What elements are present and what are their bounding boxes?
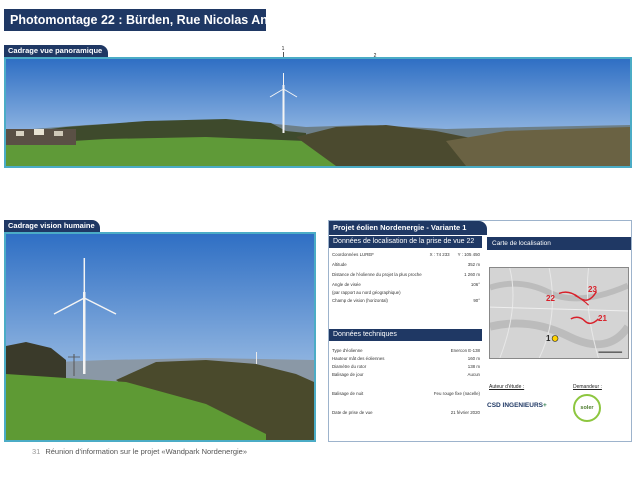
map-label-23: 23 xyxy=(588,285,597,294)
panorama-photo xyxy=(4,57,632,168)
page-title: Photomontage 22 : Bürden, Rue Nicolas An… xyxy=(4,9,266,31)
technical-row: Type d'éolienne Enercon E-138 xyxy=(332,348,480,353)
client-name: soler xyxy=(580,405,594,411)
info-panel: Projet éolien Nordenergie - Variante 1 D… xyxy=(328,220,632,442)
location-row: Distance de l'éolienne du projet la plus… xyxy=(332,272,480,277)
author-name: CSD INGENIEURS xyxy=(487,402,543,409)
human-vision-tab: Cadrage vision humaine xyxy=(4,220,100,232)
location-row: Coordonnées LUREF X : 74 233 Y : 105 450 xyxy=(332,252,480,257)
technical-row: Balisage de jour Aucun xyxy=(332,372,480,377)
map-label-21: 21 xyxy=(598,314,607,323)
location-header: Données de localisation de la prise de v… xyxy=(329,236,482,248)
panel-title: Projet éolien Nordenergie - Variante 1 xyxy=(329,221,487,235)
location-row: Altitude 352 m xyxy=(332,262,480,267)
map-label-viewpoint: 1 xyxy=(546,334,551,343)
technical-rows: Type d'éolienne Enercon E-138 Hauteur mâ… xyxy=(332,348,480,415)
map-graphic xyxy=(490,268,628,358)
footer: 31 Réunion d'information sur le projet «W… xyxy=(32,447,247,456)
location-row: (par rapport au nord géographique) xyxy=(332,290,401,295)
technical-row: Date de prise de vue 21 février 2020 xyxy=(332,410,480,415)
panorama-landscape xyxy=(6,59,630,166)
human-vision-photo xyxy=(4,232,316,442)
page-number: 31 xyxy=(32,447,41,456)
panorama-marker-1: 1 xyxy=(279,47,287,57)
map-label-22: 22 xyxy=(546,294,555,303)
map-header: Carte de localisation xyxy=(487,237,631,250)
human-landscape xyxy=(6,234,314,440)
client-logo: soler xyxy=(573,394,601,422)
technical-header: Données techniques xyxy=(329,329,482,341)
author-logo-mark: + xyxy=(542,402,547,409)
location-rows: Coordonnées LUREF X : 74 233 Y : 105 450 … xyxy=(332,252,480,303)
author-logo: CSD INGENIEURS+ xyxy=(487,402,547,409)
technical-row: Balisage de nuit Feu rouge fixe (nacelle… xyxy=(332,391,480,396)
client-label: Demandeur : xyxy=(573,384,602,390)
footer-text: Réunion d'information sur le projet «Wan… xyxy=(45,447,248,456)
technical-row: Hauteur mât des éoliennes 160 m xyxy=(332,356,480,361)
location-row: Angle de visée 106° xyxy=(332,282,480,287)
credits: Auteur d'étude : Demandeur : CSD INGENIE… xyxy=(487,381,631,439)
panorama-tab: Cadrage vue panoramique xyxy=(4,45,108,57)
location-map: 22 23 21 1 xyxy=(489,267,629,359)
technical-row: Diamètre du rotor 138 m xyxy=(332,364,480,369)
author-label: Auteur d'étude : xyxy=(489,384,525,390)
location-row: Champ de vision (horizontal) 90° xyxy=(332,298,480,303)
